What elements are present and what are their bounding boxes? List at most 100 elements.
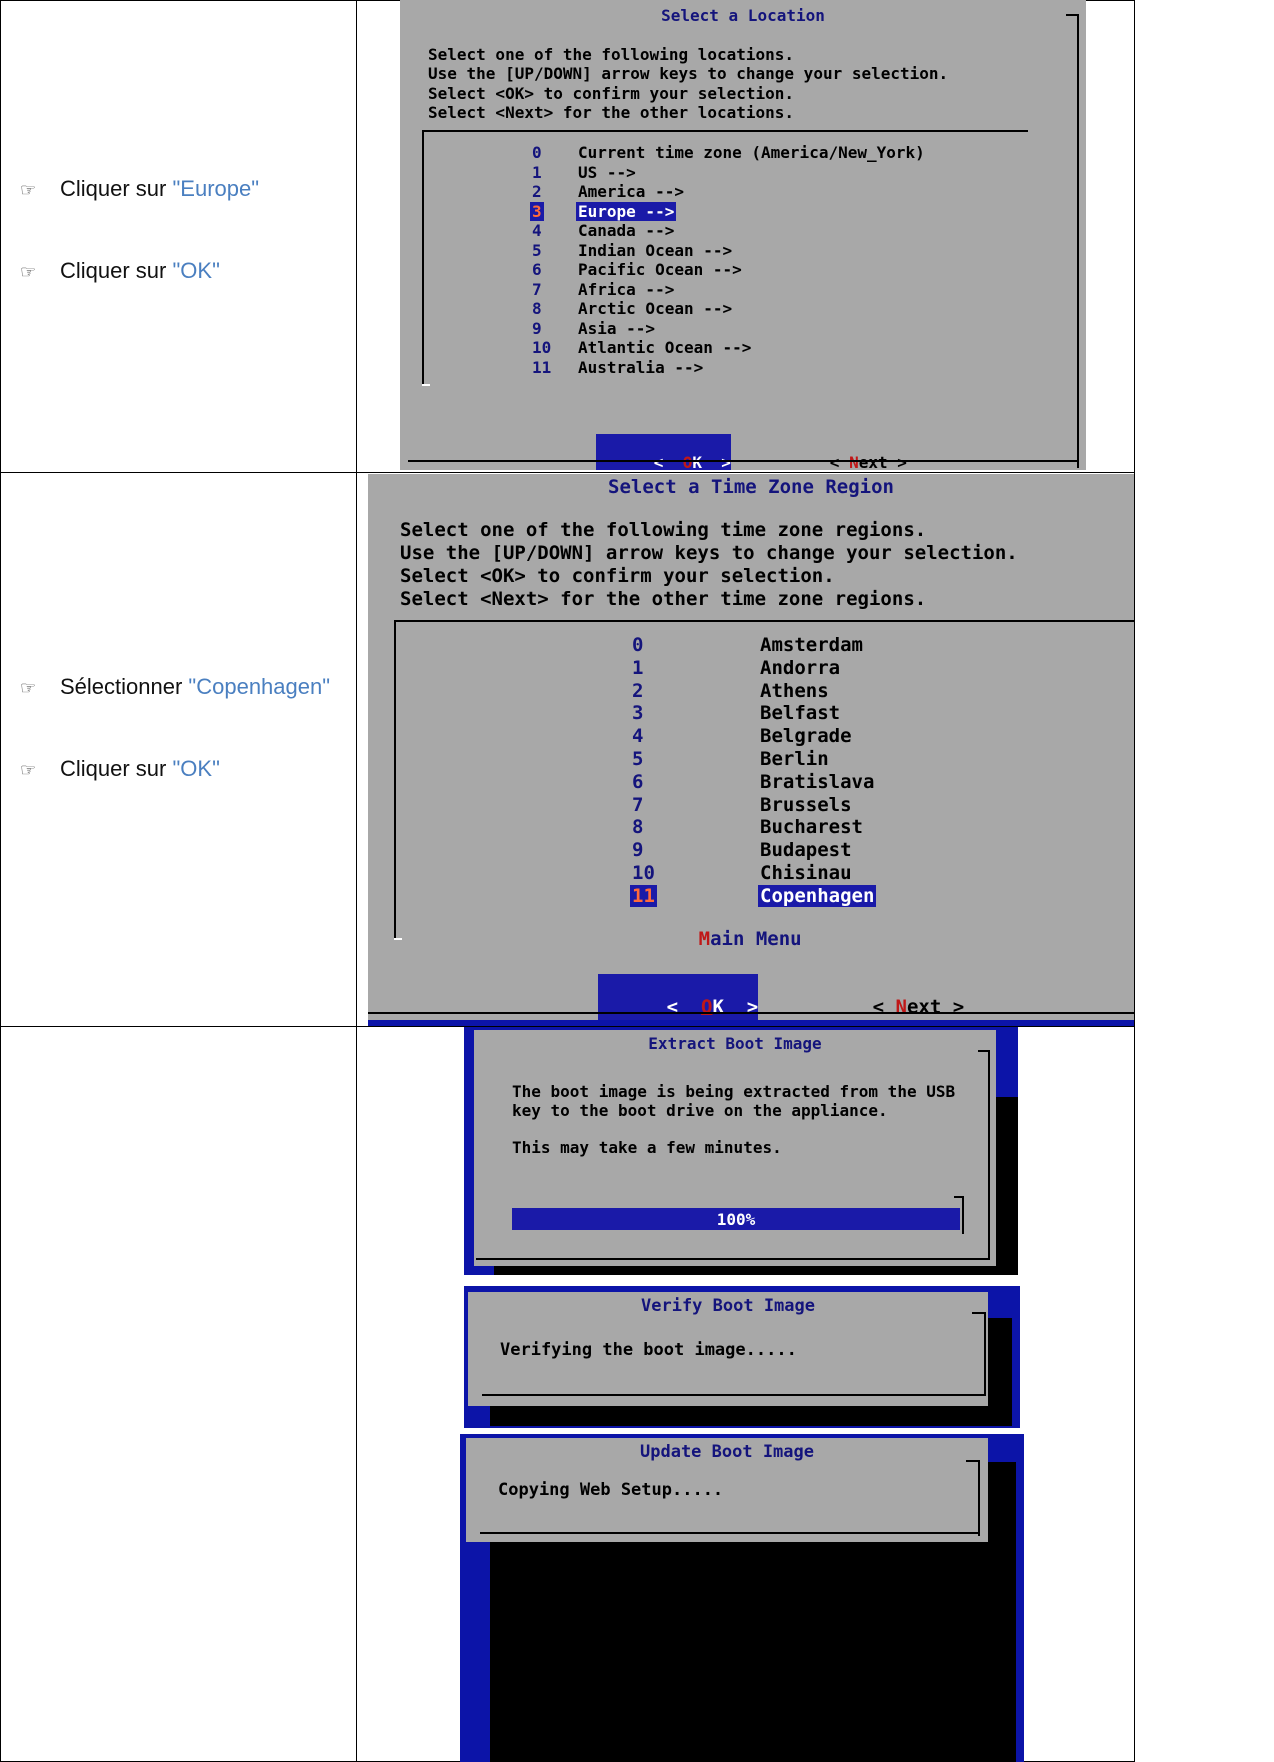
list-item-label[interactable]: America -->: [576, 182, 686, 201]
message-line: This may take a few minutes.: [512, 1138, 782, 1157]
list-item-label[interactable]: US -->: [576, 163, 638, 182]
list-item-label[interactable]: Belfast: [758, 702, 842, 724]
dialog-frame: [480, 1532, 980, 1534]
list-item-label[interactable]: Bratislava: [758, 771, 876, 793]
step-target: "Europe": [172, 176, 260, 201]
ok-button[interactable]: < OK >: [596, 434, 731, 470]
list-item-number[interactable]: 4: [630, 725, 645, 747]
list-item-number[interactable]: 11: [530, 358, 553, 377]
list-item-label[interactable]: Atlantic Ocean -->: [576, 338, 753, 357]
list-item-number[interactable]: 9: [530, 319, 544, 338]
dialog-frame: [966, 1460, 980, 1462]
list-item-number[interactable]: 5: [530, 241, 544, 260]
list-item-number[interactable]: 1: [530, 163, 544, 182]
dialog-frame: [482, 1394, 986, 1396]
dialog-frame: [972, 1312, 986, 1314]
list-item-number[interactable]: 5: [630, 748, 645, 770]
list-item-number[interactable]: 9: [630, 839, 645, 861]
list-item-number[interactable]: 6: [630, 771, 645, 793]
list-item-label[interactable]: Brussels: [758, 794, 854, 816]
list-item-label[interactable]: Athens: [758, 680, 831, 702]
dialog-frame: [408, 460, 1078, 462]
progress-frame: [962, 1196, 964, 1234]
select-timezone-region-dialog: Select a Time Zone Region Select one of …: [368, 474, 1134, 1026]
ok-button[interactable]: < OK >: [598, 974, 759, 1026]
pointing-hand-icon: ☞: [20, 678, 37, 698]
instruction-line: Use the [UP/DOWN] arrow keys to change y…: [428, 64, 949, 83]
dialog-frame: [988, 1050, 990, 1260]
dialog-frame: [978, 1460, 980, 1536]
verify-boot-image-dialog: Verify Boot Image Verifying the boot ima…: [468, 1292, 988, 1406]
list-item-number[interactable]: 7: [630, 794, 645, 816]
list-item-number[interactable]: 3: [530, 201, 544, 221]
list-item-number[interactable]: 8: [630, 816, 645, 838]
list-item-label[interactable]: Arctic Ocean -->: [576, 299, 734, 318]
list-item-label[interactable]: Pacific Ocean -->: [576, 260, 744, 279]
dialog-title: Update Boot Image: [640, 1442, 814, 1462]
dialog-frame: [984, 1312, 986, 1396]
extract-boot-image-dialog: Extract Boot Image The boot image is bei…: [474, 1030, 996, 1266]
instruction-line: Use the [UP/DOWN] arrow keys to change y…: [400, 542, 1018, 564]
list-item-label[interactable]: Australia -->: [576, 358, 705, 377]
list-item-label[interactable]: Copenhagen: [758, 884, 877, 907]
dialog-frame: [978, 1050, 990, 1052]
list-item-number[interactable]: 10: [530, 338, 553, 357]
listbox-frame: [394, 938, 402, 940]
next-button[interactable]: < Next >: [772, 434, 907, 470]
list-item-number[interactable]: 8: [530, 299, 544, 318]
instruction-table: ☞ Cliquer sur "Europe" ☞ Cliquer sur "OK" …: [0, 0, 1274, 1762]
list-item-number[interactable]: 7: [530, 280, 544, 299]
list-item-number[interactable]: 1: [630, 657, 645, 679]
list-item-label[interactable]: Europe -->: [576, 201, 677, 221]
status-message: Verifying the boot image.....: [500, 1340, 797, 1360]
list-item-label[interactable]: Belgrade: [758, 725, 854, 747]
list-item-label[interactable]: Indian Ocean -->: [576, 241, 734, 260]
table-border-right: [1134, 0, 1135, 1762]
list-item-number[interactable]: 3: [630, 702, 645, 724]
list-item-number[interactable]: 0: [530, 143, 544, 162]
dialog-frame: [368, 1012, 1134, 1014]
step-click-ok: ☞ Cliquer sur "OK": [20, 258, 220, 283]
main-menu-option[interactable]: Main Menu: [630, 906, 802, 972]
progress-text: 100%: [716, 1210, 756, 1229]
progress-bar: 100%: [512, 1208, 960, 1230]
list-item-number[interactable]: 0: [630, 634, 645, 656]
status-message: Copying Web Setup.....: [498, 1480, 724, 1500]
list-item-number[interactable]: 2: [630, 680, 645, 702]
list-item-label[interactable]: Canada -->: [576, 221, 676, 240]
list-item-label[interactable]: Africa -->: [576, 280, 676, 299]
step-target: "OK": [172, 258, 220, 283]
listbox-frame: [422, 130, 424, 386]
dialog-title: Extract Boot Image: [648, 1034, 822, 1053]
list-item-number[interactable]: 2: [530, 182, 544, 201]
list-item-number[interactable]: 4: [530, 221, 544, 240]
list-item-label[interactable]: Andorra: [758, 657, 842, 679]
list-item-label[interactable]: Chisinau: [758, 862, 854, 884]
instruction-line: Select one of the following time zone re…: [400, 519, 927, 541]
listbox-frame: [394, 620, 1134, 622]
message-line: key to the boot drive on the appliance.: [512, 1101, 888, 1120]
list-item-label[interactable]: Bucharest: [758, 816, 865, 838]
progress-frame: [954, 1196, 964, 1198]
table-border-left: [0, 0, 1, 1762]
list-item-number[interactable]: 10: [630, 862, 657, 884]
list-item-label[interactable]: Budapest: [758, 839, 854, 861]
list-item-label[interactable]: Berlin: [758, 748, 831, 770]
instruction-line: Select one of the following locations.: [428, 45, 795, 64]
listbox-frame: [422, 384, 430, 386]
next-button[interactable]: < Next >: [804, 974, 965, 1026]
table-column-divider: [356, 0, 357, 1762]
list-item-number[interactable]: 6: [530, 260, 544, 279]
list-item-number[interactable]: 11: [630, 884, 657, 907]
select-location-dialog: Select a Location Select one of the foll…: [400, 0, 1086, 470]
list-item-label[interactable]: Current time zone (America/New_York): [576, 143, 927, 162]
instruction-line: Select <OK> to confirm your selection.: [400, 565, 835, 587]
dialog-frame: [1077, 14, 1079, 468]
pointing-hand-icon: ☞: [20, 262, 37, 282]
list-item-label[interactable]: Amsterdam: [758, 634, 865, 656]
list-item-label[interactable]: Asia -->: [576, 319, 657, 338]
listbox-frame: [394, 620, 396, 940]
screen-background: [368, 1020, 1134, 1026]
pointing-hand-icon: ☞: [20, 180, 37, 200]
dialog-title: Select a Time Zone Region: [608, 476, 894, 498]
